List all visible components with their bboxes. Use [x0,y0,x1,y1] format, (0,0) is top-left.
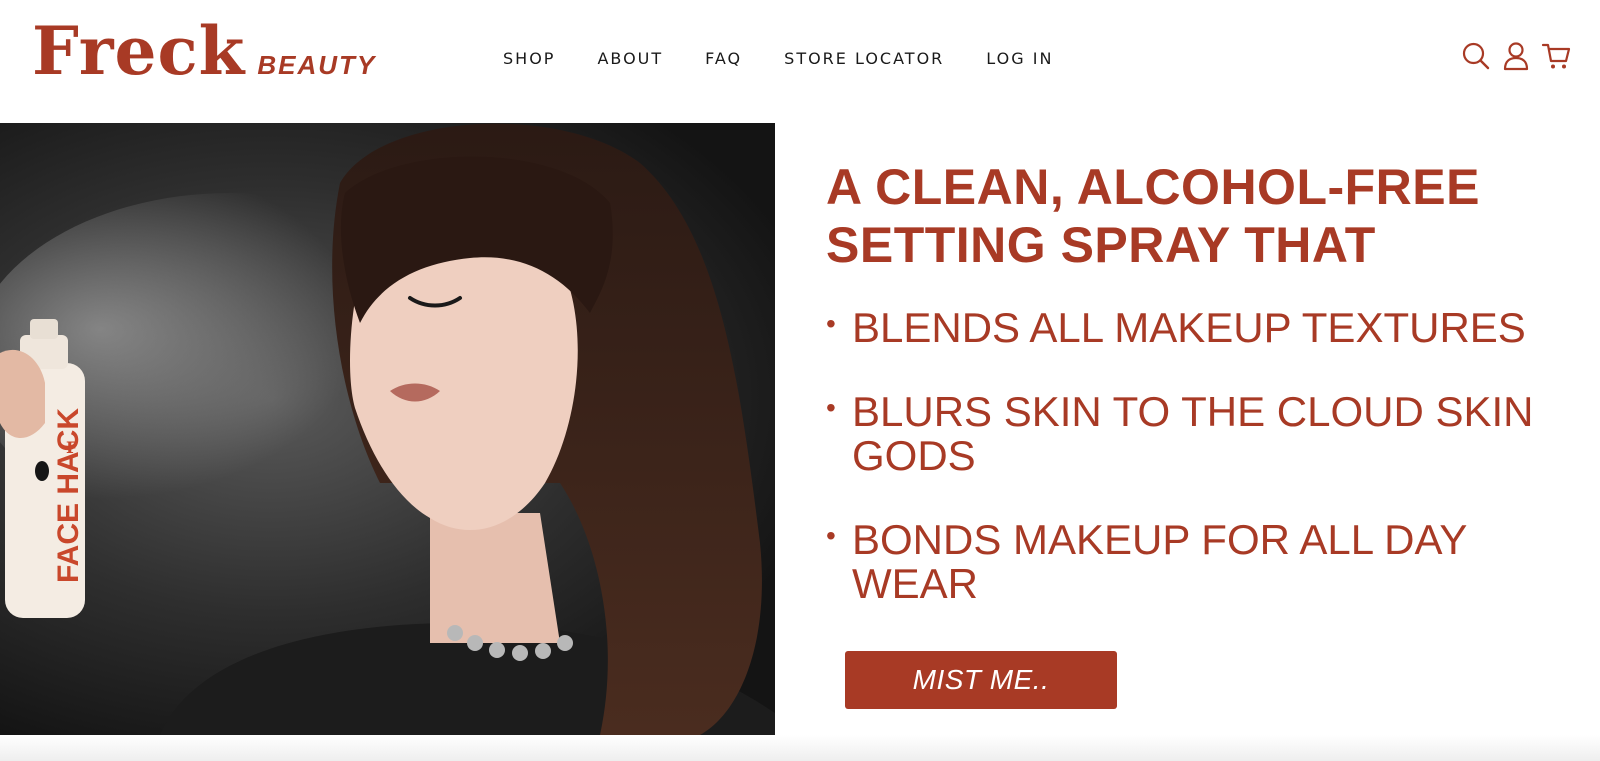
hero-headline: A CLEAN, ALCOHOL-FREE SETTING SPRAY THAT [826,159,1480,273]
nav-item-store-locator[interactable]: STORE LOCATOR [784,49,944,68]
bottle-label: FACE HACK [52,408,85,583]
feature-item: BLURS SKIN TO THE CLOUD SKIN GODS [826,386,1566,478]
brand-logo[interactable]: Freck BEAUTY [32,18,376,84]
feature-item: BLENDS ALL MAKEUP TEXTURES [826,302,1566,350]
section-divider [0,735,1600,761]
brand-name: Freck [32,12,246,90]
nav-item-about[interactable]: ABOUT [597,49,663,68]
header-icons [1460,40,1572,72]
hero-photo-illustration: FACE HACK F [0,123,775,735]
brand-sub: BEAUTY [257,50,377,80]
mist-me-button[interactable]: MIST ME.. [845,651,1117,709]
search-icon[interactable] [1460,40,1492,72]
cart-icon[interactable] [1540,40,1572,72]
bottle-mark: F [66,438,78,457]
hero-copy: A CLEAN, ALCOHOL-FREE SETTING SPRAY THAT… [826,158,1566,646]
nav-item-shop[interactable]: SHOP [503,49,555,68]
main-nav: SHOP ABOUT FAQ STORE LOCATOR LOG IN [503,49,1095,68]
account-icon[interactable] [1500,40,1532,72]
feature-list: BLENDS ALL MAKEUP TEXTURES BLURS SKIN TO… [826,302,1566,606]
nav-item-log-in[interactable]: LOG IN [986,49,1053,68]
feature-item: BONDS MAKEUP FOR ALL DAY WEAR [826,514,1566,606]
hero-image: FACE HACK F [0,123,775,735]
site-header: Freck BEAUTY SHOP ABOUT FAQ STORE LOCATO… [0,0,1600,123]
nav-item-faq[interactable]: FAQ [705,49,742,68]
